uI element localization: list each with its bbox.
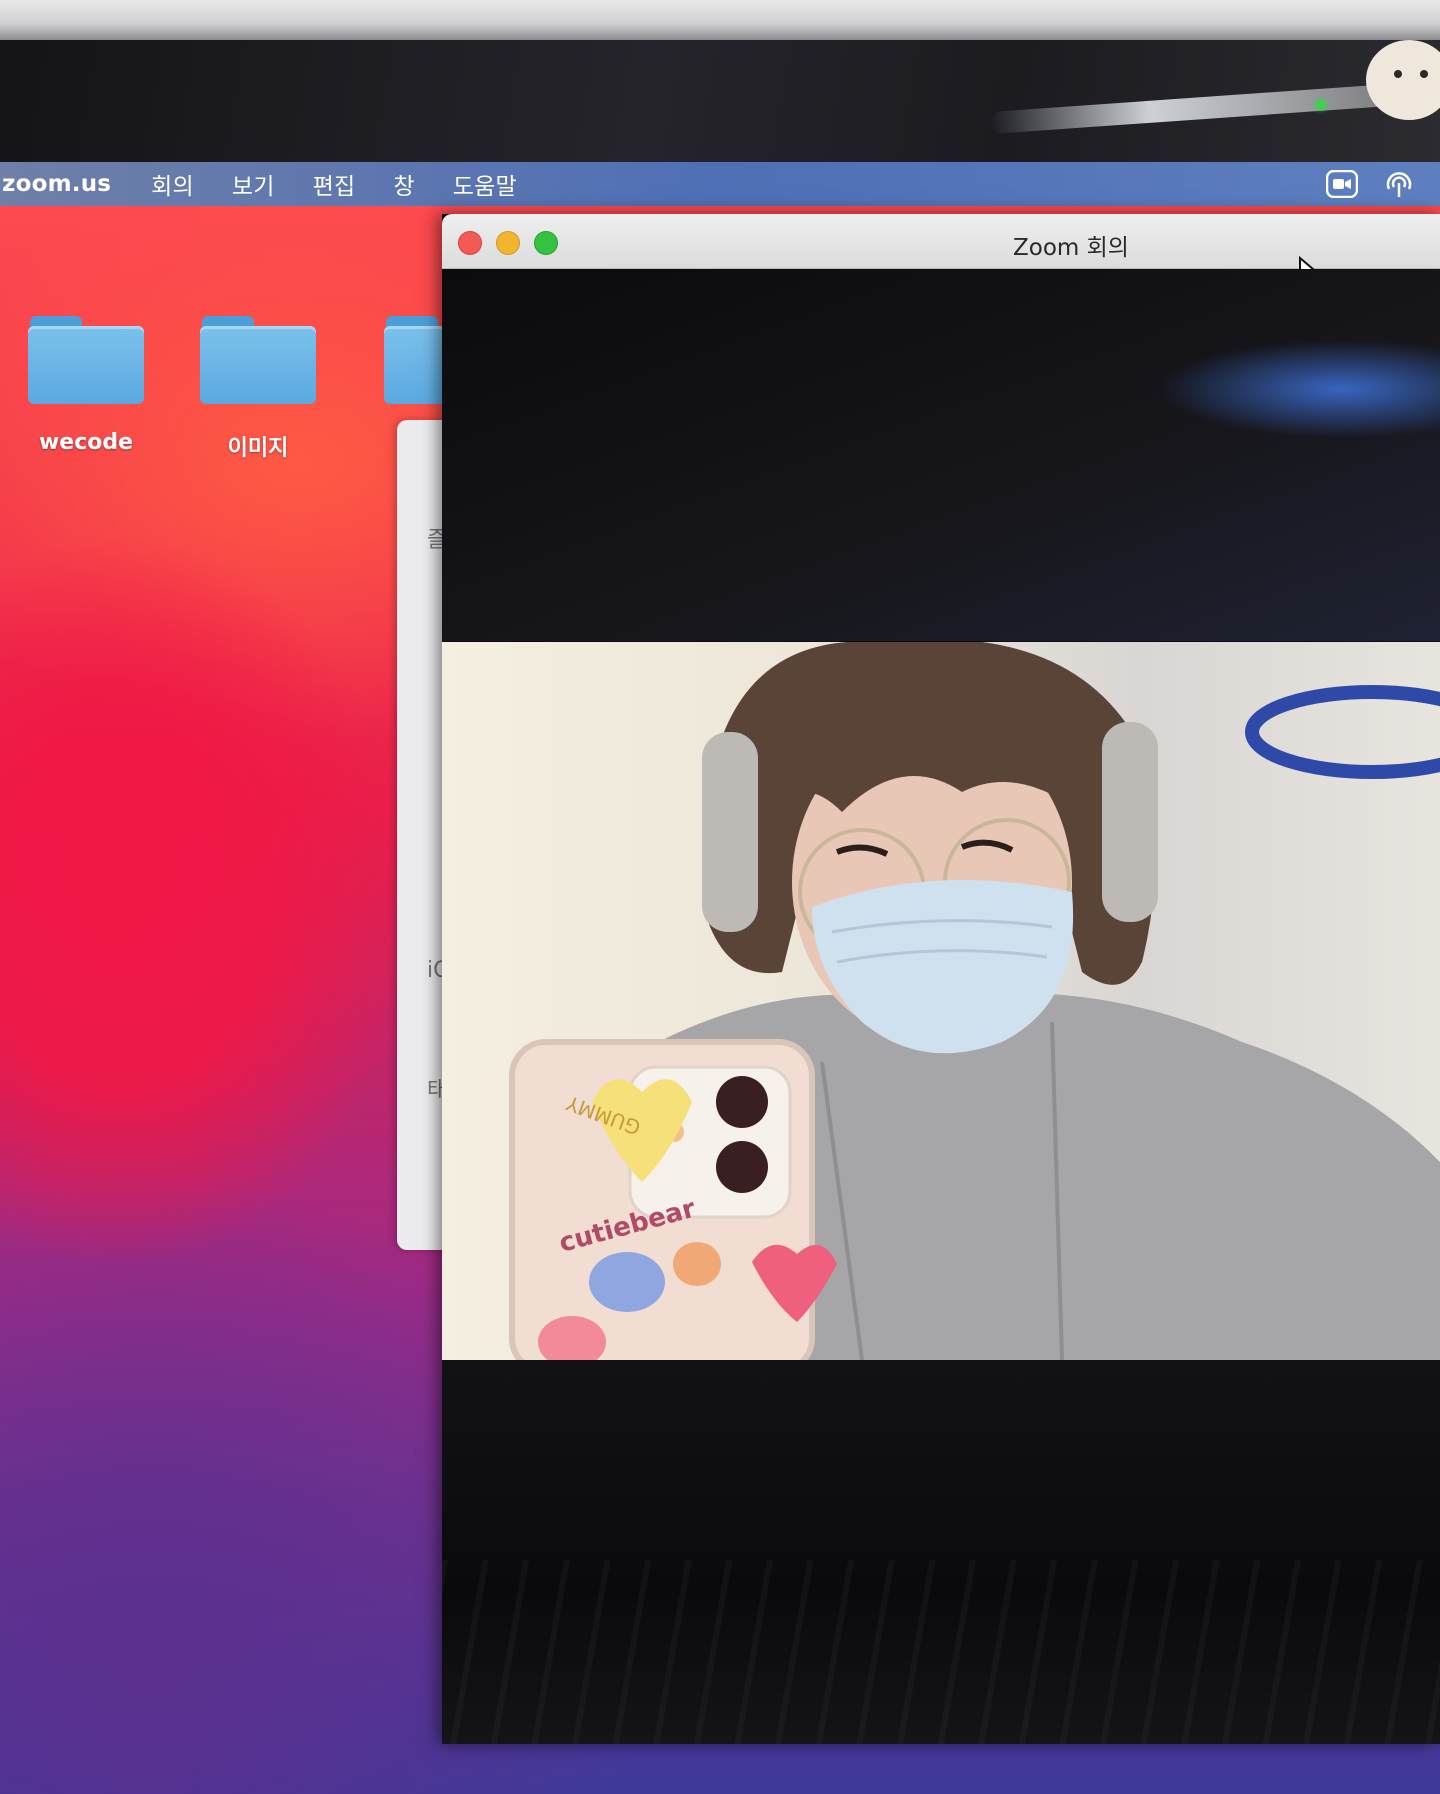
video-frame-image: GUMMY cutiebear bbox=[509, 642, 1440, 1360]
menu-help[interactable]: 도움말 bbox=[453, 167, 517, 201]
menu-edit[interactable]: 편집 bbox=[313, 167, 356, 201]
zoom-video-icon[interactable] bbox=[1326, 170, 1358, 198]
screen-bezel-top bbox=[0, 0, 1440, 40]
menu-meeting[interactable]: 회의 bbox=[151, 167, 194, 201]
folder-icon bbox=[28, 316, 144, 404]
menu-view[interactable]: 보기 bbox=[232, 167, 275, 201]
zoom-meeting-window: Zoom 회의 GUMMY cutiebear bbox=[442, 214, 1440, 1744]
folder-label: wecode bbox=[38, 430, 134, 455]
menu-bar: zoom.us 회의 보기 편집 창 도움말 bbox=[0, 162, 1440, 206]
light-reflection bbox=[989, 84, 1391, 134]
desktop-folder-wecode[interactable]: wecode bbox=[16, 316, 156, 455]
window-title: Zoom 회의 bbox=[1013, 235, 1129, 261]
camera-indicator-icon bbox=[1316, 100, 1326, 110]
desktop-folder-partial[interactable] bbox=[384, 316, 444, 404]
video-area-top bbox=[442, 269, 1440, 641]
desktop-folder-images[interactable]: 이미지 bbox=[188, 316, 328, 462]
status-icons bbox=[1326, 162, 1440, 206]
folder-icon bbox=[200, 316, 316, 404]
airdrop-icon[interactable] bbox=[1384, 169, 1414, 199]
window-titlebar[interactable]: Zoom 회의 bbox=[442, 214, 1440, 269]
keyboard-reflection bbox=[442, 1560, 1440, 1744]
menu-window[interactable]: 창 bbox=[393, 167, 414, 201]
video-area-bottom bbox=[442, 1360, 1440, 1744]
folder-label: 이미지 bbox=[227, 436, 289, 461]
menu-app-name[interactable]: zoom.us bbox=[2, 171, 111, 197]
screen-bezel bbox=[0, 40, 1440, 162]
folder-icon bbox=[384, 316, 444, 404]
participant-video-feed[interactable]: GUMMY cutiebear bbox=[442, 642, 1440, 1360]
